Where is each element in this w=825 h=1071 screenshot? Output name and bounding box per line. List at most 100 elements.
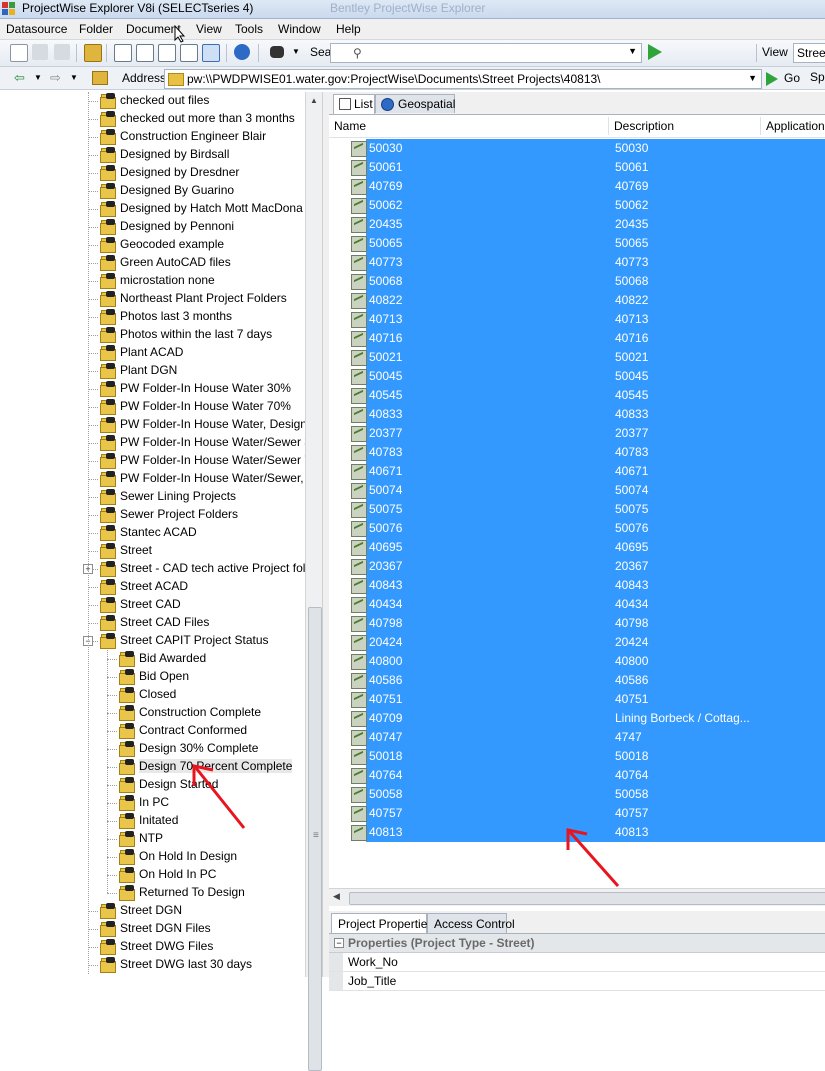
document-row[interactable]: 40586 40586 xyxy=(329,671,825,690)
property-row[interactable]: Work_No xyxy=(329,953,825,972)
document-row[interactable]: 40843 40843 xyxy=(329,576,825,595)
document-row[interactable]: 40764 40764 xyxy=(329,766,825,785)
tree-folder-item[interactable]: Street CAD xyxy=(0,596,305,614)
tree-folder-item[interactable]: Photos last 3 months xyxy=(0,308,305,326)
menu-view[interactable]: View xyxy=(196,22,222,36)
back-arrow-icon[interactable]: ⇦ xyxy=(14,70,25,86)
column-divider[interactable] xyxy=(608,117,609,135)
view-select[interactable]: Street xyxy=(793,43,825,63)
address-dropdown-icon[interactable]: ▼ xyxy=(748,73,757,83)
search-combo-dropdown-icon[interactable]: ▼ xyxy=(628,46,637,56)
tree-folder-item[interactable]: Plant DGN xyxy=(0,362,305,380)
menu-tools[interactable]: Tools xyxy=(235,22,263,36)
tree-view-icon[interactable] xyxy=(180,44,198,62)
tree-folder-item[interactable]: Geocoded example xyxy=(0,236,305,254)
document-row[interactable]: 50074 50074 xyxy=(329,481,825,500)
column-divider[interactable] xyxy=(760,117,761,135)
menu-help[interactable]: Help xyxy=(336,22,361,36)
tree-subfolder-item[interactable]: Design 30% Complete xyxy=(0,740,305,758)
document-row[interactable]: 40671 40671 xyxy=(329,462,825,481)
menu-document[interactable]: Document xyxy=(126,22,181,36)
tree-vertical-scrollbar[interactable]: ▲ ≡ xyxy=(305,92,323,1071)
document-row[interactable]: 40709 Lining Borbeck / Cottag... xyxy=(329,709,825,728)
column-header-name[interactable]: Name xyxy=(334,119,366,133)
tree-subfolder-item[interactable]: Design 70 Percent Complete xyxy=(0,758,305,776)
new-document-icon[interactable] xyxy=(10,44,28,62)
document-row[interactable]: 50075 50075 xyxy=(329,500,825,519)
tree-subfolder-item[interactable]: NTP xyxy=(0,830,305,848)
document-row[interactable]: 50030 50030 xyxy=(329,139,825,158)
tree-folder-item[interactable]: microstation none xyxy=(0,272,305,290)
document-row[interactable]: 50018 50018 xyxy=(329,747,825,766)
tree-folder-item[interactable]: Sewer Lining Projects xyxy=(0,488,305,506)
tree-subfolder-item[interactable]: Design Started xyxy=(0,776,305,794)
tree-folder-item[interactable]: Stantec ACAD xyxy=(0,524,305,542)
tree-scroll-thumb[interactable]: ≡ xyxy=(308,607,322,1071)
folder-tree[interactable]: checked out files checked out more than 3… xyxy=(0,92,305,977)
document-row[interactable]: 40773 40773 xyxy=(329,253,825,272)
small-icons-view-icon[interactable] xyxy=(136,44,154,62)
properties-group-header[interactable]: − Properties (Project Type - Street) xyxy=(329,934,825,953)
tab-access-control[interactable]: Access Control xyxy=(427,913,515,933)
property-row[interactable]: Job_Title xyxy=(329,972,825,991)
tree-subfolder-item[interactable]: Construction Complete xyxy=(0,704,305,722)
tree-folder-item[interactable]: PW Folder-In House Water/Sewer 3 xyxy=(0,434,305,452)
document-row[interactable]: 50062 50062 xyxy=(329,196,825,215)
tree-subfolder-item[interactable]: Bid Awarded xyxy=(0,650,305,668)
document-list[interactable]: 50030 50030 50061 50061 40769 40769 50062 50062… xyxy=(329,139,825,842)
document-row[interactable]: 40800 40800 xyxy=(329,652,825,671)
menu-datasource[interactable]: Datasource xyxy=(6,22,67,36)
document-row[interactable]: 50045 50045 xyxy=(329,367,825,386)
tree-folder-item[interactable]: Designed by Dresdner xyxy=(0,164,305,182)
menu-window[interactable]: Window xyxy=(278,22,321,36)
document-row[interactable]: 20377 20377 xyxy=(329,424,825,443)
document-row[interactable]: 40798 40798 xyxy=(329,614,825,633)
document-row[interactable]: 40822 40822 xyxy=(329,291,825,310)
document-row[interactable]: 40545 40545 xyxy=(329,386,825,405)
tree-subfolder-item[interactable]: Bid Open xyxy=(0,668,305,686)
folder-action-icon[interactable] xyxy=(84,44,102,62)
document-row[interactable]: 50065 50065 xyxy=(329,234,825,253)
tree-folder-item[interactable]: Designed By Guarino xyxy=(0,182,305,200)
tree-folder-item[interactable]: PW Folder-In House Water 30% xyxy=(0,380,305,398)
address-input[interactable]: pw:\\PWDPWISE01.water.gov:ProjectWise\Do… xyxy=(164,69,762,89)
tree-subfolder-item[interactable]: Returned To Design xyxy=(0,884,305,902)
tree-folder-item[interactable]: + Street - CAD tech active Project fold xyxy=(0,560,305,578)
tree-folder-item[interactable]: checked out files xyxy=(0,92,305,110)
document-row[interactable]: 20435 20435 xyxy=(329,215,825,234)
tree-folder-item[interactable]: PW Folder-In House Water/Sewer 7 xyxy=(0,452,305,470)
extra-toolbar-button[interactable]: Sp xyxy=(810,70,825,84)
search-input[interactable]: ⚲ ▼ xyxy=(330,43,642,63)
forward-dropdown-icon[interactable]: ▼ xyxy=(70,73,78,82)
document-row[interactable]: 20424 20424 xyxy=(329,633,825,652)
list-view-icon[interactable] xyxy=(158,44,176,62)
tree-folder-item[interactable]: − Street CAPIT Project Status xyxy=(0,632,305,650)
tree-folder-item[interactable]: Designed by Pennoni xyxy=(0,218,305,236)
document-row[interactable]: 40434 40434 xyxy=(329,595,825,614)
pane-splitter[interactable] xyxy=(322,92,329,977)
document-row[interactable]: 40769 40769 xyxy=(329,177,825,196)
document-row[interactable]: 50058 50058 xyxy=(329,785,825,804)
collapse-icon[interactable]: − xyxy=(334,938,344,948)
document-row[interactable]: 40783 40783 xyxy=(329,443,825,462)
document-row[interactable]: 40716 40716 xyxy=(329,329,825,348)
tree-subfolder-item[interactable]: On Hold In Design xyxy=(0,848,305,866)
help-icon[interactable] xyxy=(234,44,250,60)
tree-subfolder-item[interactable]: Contract Conformed xyxy=(0,722,305,740)
tree-subfolder-item[interactable]: In PC xyxy=(0,794,305,812)
tab-list[interactable]: List xyxy=(333,94,375,114)
scroll-left-icon[interactable]: ◀ xyxy=(333,891,340,902)
tree-folder-item[interactable]: Sewer Project Folders xyxy=(0,506,305,524)
tree-subfolder-item[interactable]: Closed xyxy=(0,686,305,704)
document-row[interactable]: 40757 40757 xyxy=(329,804,825,823)
tree-folder-item[interactable]: Photos within the last 7 days xyxy=(0,326,305,344)
tree-folder-item[interactable]: Street ACAD xyxy=(0,578,305,596)
tree-folder-item[interactable]: PW Folder-In House Water/Sewer, I xyxy=(0,470,305,488)
tree-folder-item[interactable]: Green AutoCAD files xyxy=(0,254,305,272)
tree-folder-item[interactable]: Street DWG last 30 days xyxy=(0,956,305,974)
forward-arrow-icon[interactable]: ⇨ xyxy=(50,70,61,86)
document-row[interactable]: 40751 40751 xyxy=(329,690,825,709)
document-row[interactable]: 50021 50021 xyxy=(329,348,825,367)
tree-folder-item[interactable]: Street DGN xyxy=(0,902,305,920)
document-row[interactable]: 40833 40833 xyxy=(329,405,825,424)
